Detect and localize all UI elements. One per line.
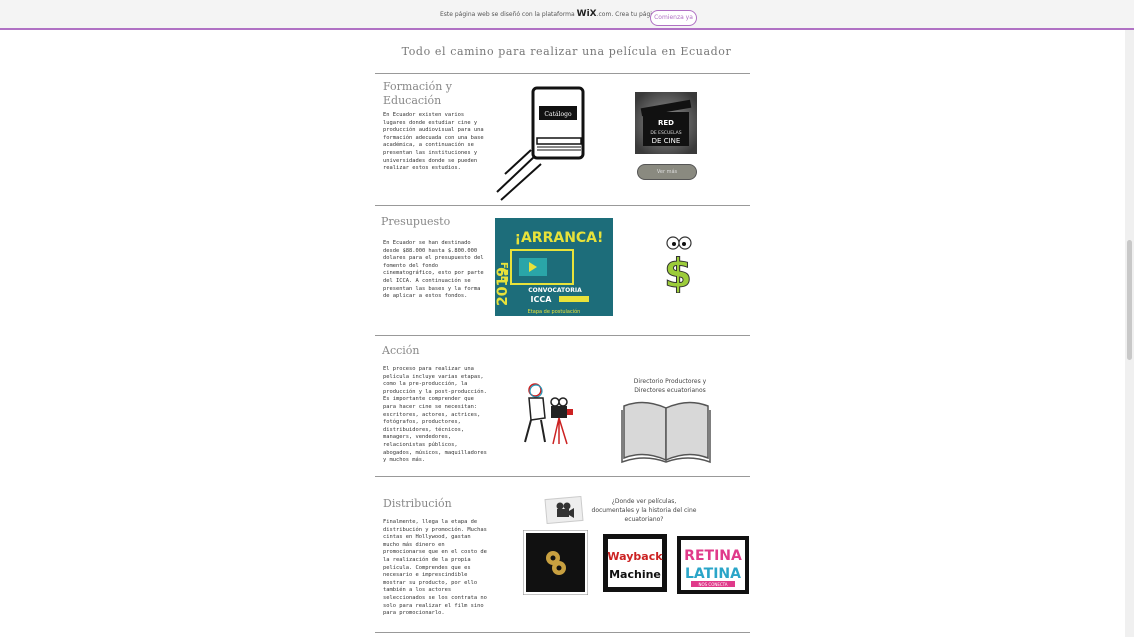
- section-title-formacion: Formación y Educación: [383, 80, 452, 107]
- dollar-sign-icon: $: [664, 236, 692, 293]
- divider: [375, 476, 750, 477]
- catalog-label: Catálogo: [544, 111, 572, 118]
- camera-sticker-icon: [544, 496, 584, 524]
- page-title: Todo el camino para realizar una películ…: [401, 45, 732, 58]
- film-school-network-badge[interactable]: RED DE ESCUELAS DE CINE: [635, 92, 697, 154]
- where-to-watch-caption: ¿Donde ver películas, documentales y la …: [591, 498, 697, 523]
- scrollbar-thumb[interactable]: [1127, 240, 1132, 360]
- section-title-distribucion: Distribución: [383, 497, 452, 510]
- svg-text:Wayback: Wayback: [607, 550, 663, 563]
- svg-text:CONVOCATORIA: CONVOCATORIA: [528, 287, 582, 294]
- section-body-accion: El proceso para realizar una película in…: [383, 366, 487, 464]
- wix-logo: WiX: [576, 9, 597, 19]
- open-book-icon[interactable]: [620, 398, 712, 464]
- svg-text:LATINA: LATINA: [685, 566, 741, 582]
- svg-text:RETINA: RETINA: [684, 548, 742, 564]
- svg-text:Etapa de postulación: Etapa de postulación: [528, 308, 581, 315]
- svg-text:$: $: [664, 251, 692, 293]
- svg-text:DE CINE: DE CINE: [652, 137, 681, 145]
- svg-text:RED: RED: [658, 119, 674, 127]
- svg-text:NOS CONECTA: NOS CONECTA: [698, 582, 727, 587]
- svg-text:2019: 2019: [495, 267, 511, 306]
- section-body-formacion: En Ecuador existen varios lugares donde …: [383, 112, 484, 172]
- catalog-book-icon[interactable]: Catálogo: [493, 84, 588, 202]
- retina-latina-logo[interactable]: RETINA LATINA NOS CONECTA: [677, 536, 749, 594]
- film-reel-logo[interactable]: [523, 530, 588, 595]
- section-body-distribucion: Finalmente, llega la etapa de distribuci…: [383, 519, 487, 617]
- section-body-presupuesto: En Ecuador se han destinado desde $88.00…: [383, 240, 484, 300]
- see-more-button[interactable]: Ver más: [637, 164, 697, 180]
- start-now-button[interactable]: Comienza ya: [650, 10, 697, 26]
- section-title-accion: Acción: [382, 344, 420, 357]
- svg-text:¡ARRANCA!: ¡ARRANCA!: [515, 230, 604, 246]
- wix-banner: Este página web se diseñó con la platafo…: [0, 0, 1134, 30]
- directory-caption: Directorio Productores y Directores ecua…: [633, 378, 707, 394]
- divider: [375, 632, 750, 633]
- film-camera-operator-icon: [524, 383, 573, 445]
- svg-text:ICCA: ICCA: [531, 295, 553, 304]
- divider: [375, 335, 750, 336]
- icca-poster-image[interactable]: ¡ARRANCA! FEB 2019 CONVOCATORIA ICCA Eta…: [495, 218, 613, 316]
- svg-text:DE ESCUELAS: DE ESCUELAS: [650, 130, 681, 136]
- section-title-presupuesto: Presupuesto: [381, 215, 451, 228]
- wayback-machine-logo[interactable]: Wayback Machine: [603, 534, 667, 592]
- divider: [375, 205, 750, 206]
- svg-text:Machine: Machine: [609, 568, 661, 581]
- divider: [375, 73, 750, 74]
